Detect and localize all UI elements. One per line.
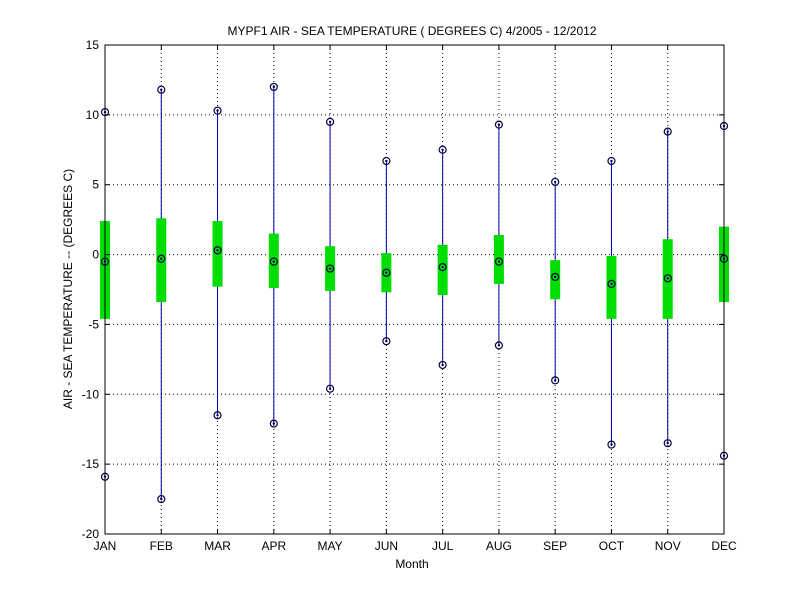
y-tick-label: -5 [88,317,99,331]
x-tick-label: DEC [711,539,737,553]
data-marks [100,82,729,504]
median-marker-dot [216,249,219,252]
y-tick-label: -15 [82,457,100,471]
x-tick-label: JAN [94,539,117,553]
x-axis-label: Month [395,557,428,571]
x-tick-label: JUN [375,539,398,553]
y-tick-label: 0 [92,248,99,262]
iqr-box [437,244,448,296]
max-marker-dot [272,85,276,89]
grid-lines [105,45,724,534]
max-marker-dot [441,148,444,151]
median-marker-dot [610,282,613,286]
median-marker-dot [441,265,444,269]
median-marker-dot [385,271,388,274]
chart: -20-15-10-5051015JAN FEB MAR APR MAY JUN JUL AU… [61,24,737,571]
y-tick-label: 5 [92,178,99,192]
min-marker-dot [385,339,388,343]
min-marker-dot [553,379,557,382]
median-marker-dot [328,267,332,270]
max-marker-dot [328,120,332,124]
x-tick-label: OCT [599,539,625,553]
y-tick-label: 15 [86,38,100,52]
y-tick-label: 10 [86,108,100,122]
max-marker-dot [610,159,613,163]
max-marker-dot [160,88,163,91]
min-marker-dot [610,443,613,446]
x-tick-label: MAR [204,539,231,553]
median-marker-dot [160,257,163,260]
min-marker-dot [497,344,501,347]
y-tick-label: -10 [82,387,100,401]
max-marker-dot [666,130,669,133]
min-marker-dot [328,387,332,390]
x-tick-label: AUG [486,539,512,553]
x-tick-label: FEB [150,539,173,553]
x-tick-label: NOV [655,539,681,553]
x-tick-label: JUL [432,539,454,553]
chart-title: MYPF1 AIR - SEA TEMPERATURE ( DEGREES C)… [227,24,596,38]
y-axis-label: AIR - SEA TEMPERATURE -- (DEGREES C) [61,169,75,409]
plot-frame [104,44,725,535]
max-marker-dot [497,123,501,126]
median-marker-dot [497,260,501,263]
max-marker-dot [216,109,219,112]
min-marker-dot [441,363,444,367]
median-marker-dot [553,275,557,279]
min-marker-dot [272,422,276,425]
x-tick-label: MAY [318,539,343,553]
x-tick-label: SEP [543,539,567,553]
max-marker-dot [553,180,557,184]
median-marker-dot [666,277,669,280]
min-marker-dot [666,441,669,445]
iqr-box [550,260,561,300]
min-marker-dot [216,414,219,417]
median-marker-dot [272,260,276,263]
min-marker-dot [160,497,163,501]
max-marker-dot [385,159,388,163]
x-tick-label: APR [261,539,286,553]
